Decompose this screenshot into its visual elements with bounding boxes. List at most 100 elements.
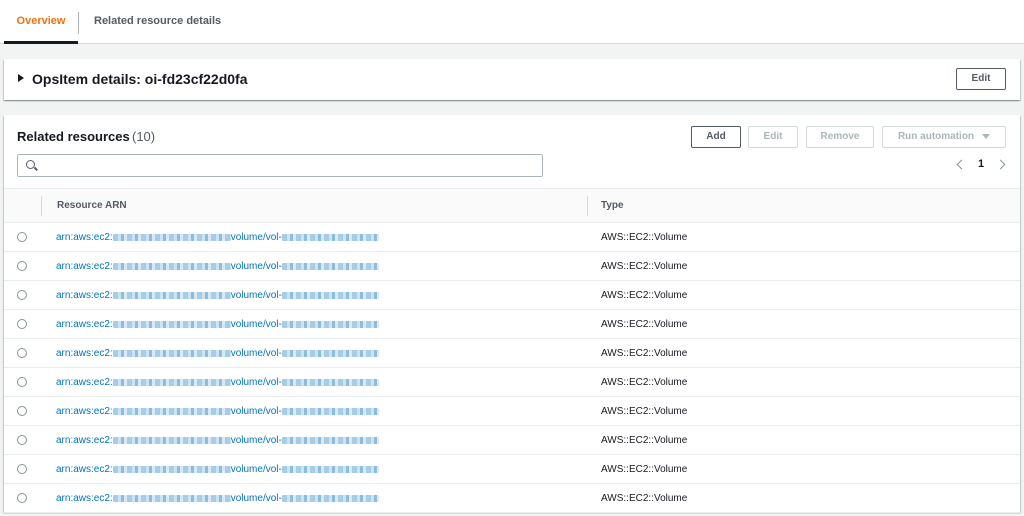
arn-volume-segment: volume/vol- <box>230 464 282 475</box>
add-resource-button[interactable]: Add <box>691 126 741 148</box>
arn-prefix: arn:aws:ec2: <box>56 319 113 330</box>
arn-prefix: arn:aws:ec2: <box>56 261 113 272</box>
resource-type: AWS::EC2::Volume <box>601 290 688 301</box>
edit-resource-button[interactable]: Edit <box>748 126 798 148</box>
redacted-account-region <box>112 407 231 415</box>
resource-arn-link[interactable]: arn:aws:ec2: volume/vol- <box>56 290 379 301</box>
arn-prefix: arn:aws:ec2: <box>56 406 113 417</box>
edit-details-button[interactable]: Edit <box>956 68 1006 90</box>
related-resources-count: (10) <box>132 129 156 144</box>
search-box[interactable] <box>17 154 543 177</box>
row-select-radio[interactable] <box>17 377 27 387</box>
resource-type: AWS::EC2::Volume <box>601 348 688 359</box>
chevron-right-icon <box>995 159 1006 170</box>
column-divider[interactable] <box>587 196 588 216</box>
redacted-account-region <box>112 320 231 328</box>
resource-type: AWS::EC2::Volume <box>601 435 688 446</box>
table-row[interactable]: arn:aws:ec2: volume/vol- AWS::EC2::Volume <box>4 252 1020 281</box>
caret-right-icon[interactable] <box>18 74 24 82</box>
table-row[interactable]: arn:aws:ec2: volume/vol- AWS::EC2::Volume <box>4 310 1020 339</box>
next-page-button[interactable] <box>995 158 1009 172</box>
redacted-volume-id <box>281 291 379 299</box>
resource-arn-link[interactable]: arn:aws:ec2: volume/vol- <box>56 435 379 446</box>
table-row[interactable]: arn:aws:ec2: volume/vol- AWS::EC2::Volume <box>4 397 1020 426</box>
resource-type: AWS::EC2::Volume <box>601 261 688 272</box>
redacted-account-region <box>112 233 231 241</box>
redacted-volume-id <box>281 262 379 270</box>
redacted-account-region <box>112 465 231 473</box>
arn-prefix: arn:aws:ec2: <box>56 377 113 388</box>
row-select-radio[interactable] <box>17 464 27 474</box>
resources-table: Resource ARN Type arn:aws:ec2: volume/vol… <box>4 188 1020 513</box>
arn-prefix: arn:aws:ec2: <box>56 290 113 301</box>
row-select-radio[interactable] <box>17 348 27 358</box>
table-row[interactable]: arn:aws:ec2: volume/vol- AWS::EC2::Volume <box>4 339 1020 368</box>
column-header-type[interactable]: Type <box>601 200 624 211</box>
related-resources-title: Related resources <box>17 129 130 144</box>
caret-down-icon <box>982 133 991 139</box>
tab-bar: Overview Related resource details <box>0 0 1024 44</box>
arn-prefix: arn:aws:ec2: <box>56 493 113 504</box>
run-automation-label: Run automation <box>897 131 975 142</box>
resource-arn-link[interactable]: arn:aws:ec2: volume/vol- <box>56 406 379 417</box>
redacted-account-region <box>112 349 231 357</box>
row-select-radio[interactable] <box>17 435 27 445</box>
page-number[interactable]: 1 <box>978 158 984 170</box>
column-header-resource-arn[interactable]: Resource ARN <box>57 200 127 211</box>
resource-arn-link[interactable]: arn:aws:ec2: volume/vol- <box>56 319 379 330</box>
arn-volume-segment: volume/vol- <box>230 435 282 446</box>
resource-arn-link[interactable]: arn:aws:ec2: volume/vol- <box>56 232 379 243</box>
redacted-volume-id <box>281 436 379 444</box>
resource-type: AWS::EC2::Volume <box>601 232 688 243</box>
resource-type: AWS::EC2::Volume <box>601 464 688 475</box>
redacted-account-region <box>112 291 231 299</box>
redacted-volume-id <box>281 349 379 357</box>
resource-arn-link[interactable]: arn:aws:ec2: volume/vol- <box>56 348 379 359</box>
resource-arn-link[interactable]: arn:aws:ec2: volume/vol- <box>56 464 379 475</box>
redacted-volume-id <box>281 320 379 328</box>
arn-volume-segment: volume/vol- <box>230 406 282 417</box>
resource-type: AWS::EC2::Volume <box>601 493 688 504</box>
opsitem-details-title[interactable]: OpsItem details: oi-fd23cf22d0fa <box>32 71 248 87</box>
resource-arn-link[interactable]: arn:aws:ec2: volume/vol- <box>56 377 379 388</box>
redacted-volume-id <box>281 494 379 502</box>
search-icon <box>26 160 35 169</box>
remove-resource-button[interactable]: Remove <box>806 126 874 148</box>
table-row[interactable]: arn:aws:ec2: volume/vol- AWS::EC2::Volume <box>4 455 1020 484</box>
redacted-volume-id <box>281 233 379 241</box>
arn-volume-segment: volume/vol- <box>230 232 282 243</box>
arn-prefix: arn:aws:ec2: <box>56 435 113 446</box>
resource-type: AWS::EC2::Volume <box>601 319 688 330</box>
previous-page-button[interactable] <box>954 158 967 172</box>
redacted-account-region <box>112 262 231 270</box>
table-row[interactable]: arn:aws:ec2: volume/vol- AWS::EC2::Volume <box>4 281 1020 310</box>
row-select-radio[interactable] <box>17 290 27 300</box>
arn-prefix: arn:aws:ec2: <box>56 464 113 475</box>
tab-divider <box>78 12 79 34</box>
arn-volume-segment: volume/vol- <box>230 493 282 504</box>
related-resources-panel: Related resources (10) Add Edit Remove R… <box>4 115 1020 513</box>
row-select-radio[interactable] <box>17 493 27 503</box>
redacted-account-region <box>112 436 231 444</box>
redacted-volume-id <box>281 465 379 473</box>
row-select-radio[interactable] <box>17 261 27 271</box>
tab-overview[interactable]: Overview <box>4 0 78 44</box>
row-select-radio[interactable] <box>17 406 27 416</box>
table-row[interactable]: arn:aws:ec2: volume/vol- AWS::EC2::Volume <box>4 426 1020 455</box>
run-automation-button[interactable]: Run automation <box>882 126 1006 148</box>
tab-related-resource-details[interactable]: Related resource details <box>94 0 221 43</box>
resource-arn-link[interactable]: arn:aws:ec2: volume/vol- <box>56 261 379 272</box>
redacted-account-region <box>112 494 231 502</box>
search-input[interactable] <box>44 157 534 174</box>
row-select-radio[interactable] <box>17 319 27 329</box>
resource-arn-link[interactable]: arn:aws:ec2: volume/vol- <box>56 493 379 504</box>
arn-volume-segment: volume/vol- <box>230 290 282 301</box>
redacted-volume-id <box>281 407 379 415</box>
row-select-radio[interactable] <box>17 232 27 242</box>
table-row[interactable]: arn:aws:ec2: volume/vol- AWS::EC2::Volume <box>4 484 1020 513</box>
table-header: Resource ARN Type <box>4 188 1020 223</box>
table-row[interactable]: arn:aws:ec2: volume/vol- AWS::EC2::Volume <box>4 368 1020 397</box>
table-row[interactable]: arn:aws:ec2: volume/vol- AWS::EC2::Volume <box>4 223 1020 252</box>
column-divider <box>41 196 42 216</box>
opsitem-details-panel: OpsItem details: oi-fd23cf22d0fa Edit <box>4 59 1020 100</box>
